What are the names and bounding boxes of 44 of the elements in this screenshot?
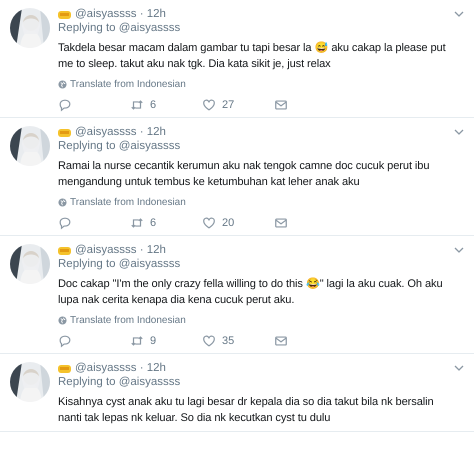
retweet-count: 6 bbox=[150, 217, 156, 229]
chevron-down-icon[interactable] bbox=[454, 364, 464, 370]
globe-icon bbox=[58, 198, 67, 206]
like-count: 35 bbox=[222, 335, 234, 347]
translate-link[interactable]: Translate from Indonesian bbox=[70, 196, 186, 208]
replying-to-text: Replying to @aisyassss bbox=[58, 258, 182, 272]
heart-icon[interactable] bbox=[202, 334, 216, 348]
reply-icon[interactable] bbox=[58, 98, 72, 112]
envelope-icon[interactable] bbox=[274, 216, 288, 230]
emoji-icon bbox=[58, 8, 71, 18]
globe-icon bbox=[58, 316, 67, 324]
translate-link[interactable]: Translate from Indonesian bbox=[70, 314, 186, 326]
reply-icon[interactable] bbox=[58, 334, 72, 348]
tweet-text: Doc cakap "I'm the only crazy fella willing to do this 😂" lagi la aku cuak. Oh aku lupa nak cerita kenapa dia kena cucuk perut aku. bbox=[58, 276, 444, 308]
user-handle[interactable]: @aisyassss · 12h bbox=[75, 362, 166, 374]
user-handle[interactable]: @aisyassss · 12h bbox=[75, 126, 166, 138]
tweet-text: Ramai la nurse cecantik kerumun aku nak tengok camne doc cucuk perut ibu mengandung untuk tembus ke ketumbuhan kat leher anak aku bbox=[58, 159, 430, 190]
user-handle[interactable]: @aisyassss · 12h bbox=[75, 8, 166, 20]
chevron-down-icon[interactable] bbox=[454, 10, 464, 16]
emoji-icon bbox=[58, 244, 71, 254]
chevron-down-icon[interactable] bbox=[454, 128, 464, 134]
retweet-count: 9 bbox=[150, 335, 156, 347]
envelope-icon[interactable] bbox=[274, 334, 288, 348]
retweet-icon[interactable] bbox=[130, 98, 144, 112]
replying-to-text: Replying to @aisyassss bbox=[58, 376, 182, 390]
heart-icon[interactable] bbox=[202, 98, 216, 112]
like-count: 20 bbox=[222, 217, 234, 229]
tweet-text: Takdela besar macam dalam gambar tu tapi besar la 😅 aku cakap la please put me to sleep. takut aku nak tgk. Dia kata sikit je, just relax bbox=[58, 40, 447, 72]
emoji-icon bbox=[58, 362, 71, 372]
replying-to-text: Replying to @aisyassss bbox=[58, 140, 182, 154]
replying-to-text: Replying to @aisyassss bbox=[58, 22, 182, 36]
retweet-count: 6 bbox=[150, 99, 156, 111]
retweet-icon[interactable] bbox=[130, 216, 144, 230]
translate-link[interactable]: Translate from Indonesian bbox=[70, 78, 186, 90]
globe-icon bbox=[58, 80, 67, 88]
tweet-text: Kisahnya cyst anak aku tu lagi besar dr kepala dia so dia takut bila nk bersalin nanti tak lepas nk keluar. So dia nk kecutkan cyst tu dulu bbox=[58, 395, 435, 426]
chevron-down-icon[interactable] bbox=[454, 246, 464, 252]
user-handle[interactable]: @aisyassss · 12h bbox=[75, 244, 166, 256]
like-count: 27 bbox=[222, 99, 234, 111]
heart-icon[interactable] bbox=[202, 216, 216, 230]
reply-icon[interactable] bbox=[58, 216, 72, 230]
emoji-icon bbox=[58, 126, 71, 136]
retweet-icon[interactable] bbox=[130, 334, 144, 348]
envelope-icon[interactable] bbox=[274, 98, 288, 112]
